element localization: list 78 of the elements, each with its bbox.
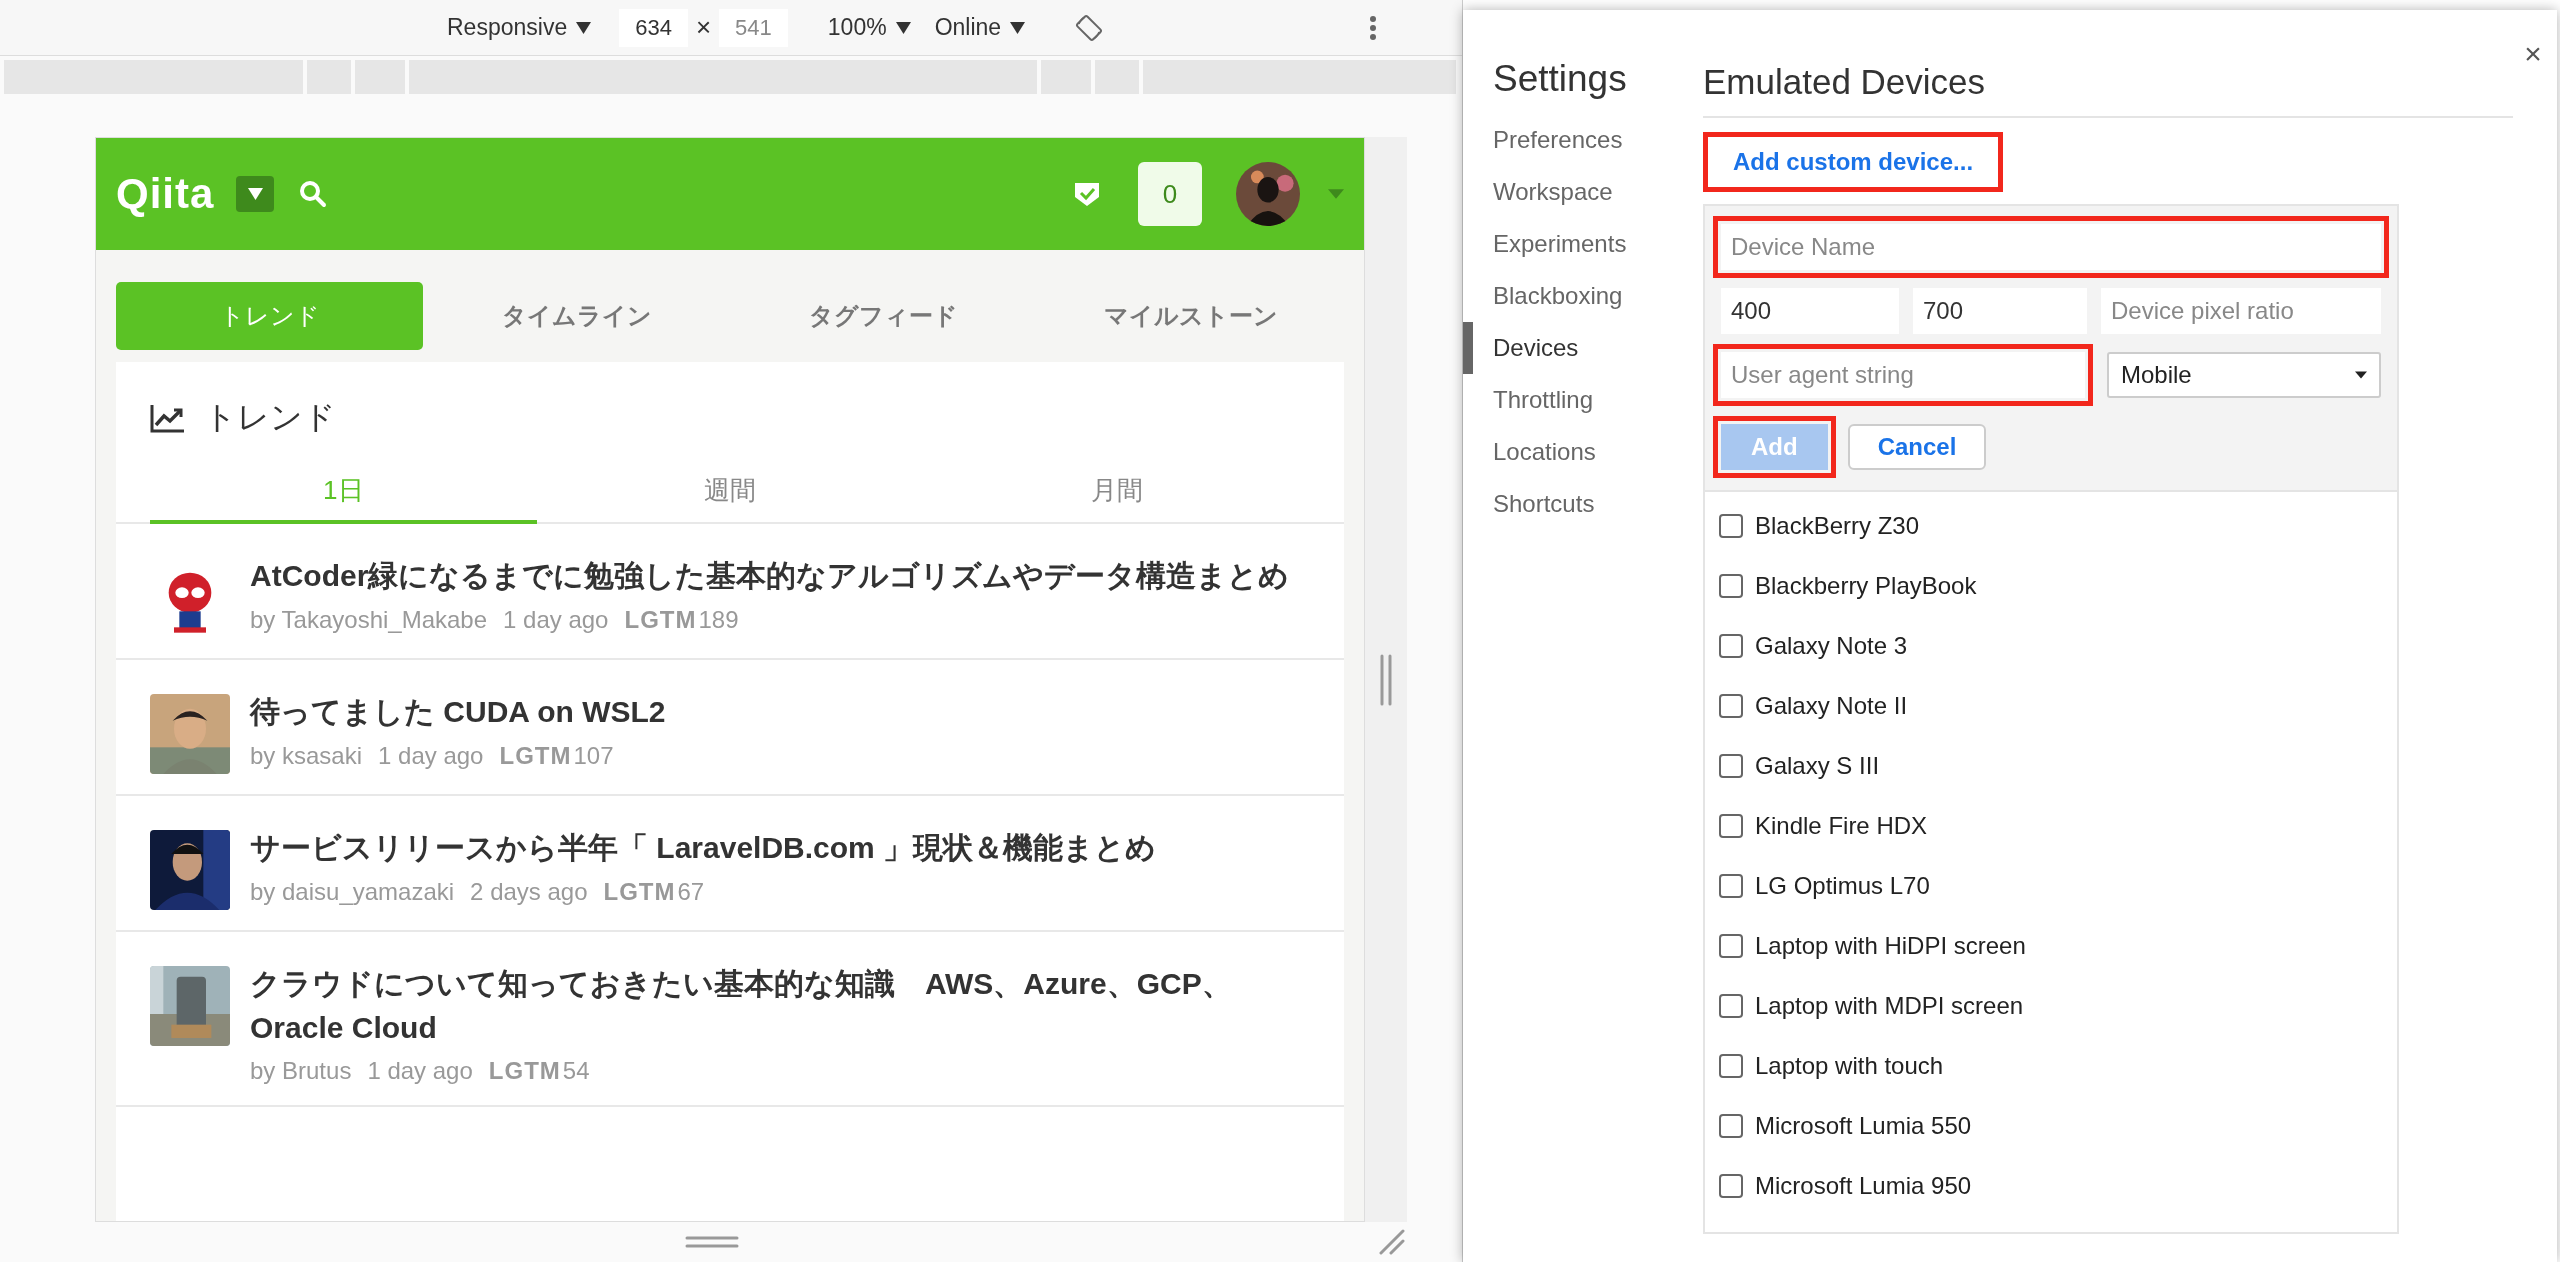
- settings-nav-item[interactable]: Workspace: [1463, 166, 1703, 218]
- height-field[interactable]: 700: [1913, 288, 2087, 334]
- caret-icon: [576, 21, 592, 34]
- rotate-icon[interactable]: [1075, 13, 1104, 42]
- like-count: LGTM 54: [488, 1057, 590, 1085]
- checkbox[interactable]: [1719, 994, 1743, 1018]
- period-tab[interactable]: 週間: [536, 460, 924, 524]
- caret-icon: [895, 21, 911, 34]
- like-count: LGTM 67: [603, 877, 705, 906]
- resize-handle-icon[interactable]: [1380, 653, 1392, 706]
- settings-nav-item[interactable]: Locations: [1463, 426, 1703, 478]
- checkbox[interactable]: [1719, 934, 1743, 958]
- device-name[interactable]: Laptop with MDPI screen: [1755, 992, 2024, 1020]
- nav-tab[interactable]: タグフィード: [730, 282, 1037, 350]
- device-name-field[interactable]: Device Name: [1721, 224, 2381, 270]
- pixel-ratio-field[interactable]: Device pixel ratio: [2101, 288, 2381, 334]
- settings-nav-item[interactable]: Experiments: [1463, 218, 1703, 270]
- width-field[interactable]: 400: [1721, 288, 1899, 334]
- device-name[interactable]: Galaxy Note II: [1755, 692, 1908, 720]
- article-title[interactable]: AtCoder緑になるまでに勉強した基本的なアルゴリズムやデータ構造まとめ: [250, 554, 1310, 598]
- times-sign: ×: [695, 12, 712, 44]
- device-name[interactable]: Galaxy S III: [1755, 752, 1880, 780]
- zoom-label[interactable]: 100%: [827, 14, 887, 42]
- close-button[interactable]: ×: [2513, 34, 2553, 74]
- article-title[interactable]: サービスリリースから半年「 LaravelDB.com 」現状＆機能まとめ: [250, 826, 1310, 870]
- device-name[interactable]: Microsoft Lumia 550: [1755, 1112, 1972, 1140]
- settings-nav-item[interactable]: Blackboxing: [1463, 270, 1703, 322]
- cancel-button[interactable]: Cancel: [1847, 424, 1987, 470]
- checkbox[interactable]: [1719, 754, 1743, 778]
- notification-count[interactable]: 0: [1138, 162, 1202, 226]
- caret-icon: [2355, 371, 2367, 379]
- article-age: 1 day ago: [367, 1057, 473, 1085]
- more-icon[interactable]: [1369, 14, 1378, 41]
- user-agent-field[interactable]: User agent string: [1721, 352, 2085, 398]
- article-title[interactable]: クラウドについて知っておきたい基本的な知識 AWS、Azure、GCP、Oracle Cloud: [250, 962, 1310, 1049]
- checkbox[interactable]: [1719, 574, 1743, 598]
- resize-handle-icon[interactable]: [685, 1236, 739, 1248]
- network-label[interactable]: Online: [934, 14, 1002, 42]
- checkbox[interactable]: [1719, 514, 1743, 538]
- caret-icon: [1010, 21, 1026, 34]
- height-field[interactable]: 541: [719, 8, 788, 47]
- nav-tab[interactable]: タイムライン: [423, 282, 730, 350]
- device-type-select[interactable]: Mobile: [2107, 352, 2381, 398]
- like-count: LGTM 189: [624, 605, 739, 634]
- width-field[interactable]: 634: [619, 8, 688, 47]
- checkbox[interactable]: [1719, 814, 1743, 838]
- checkbox[interactable]: [1719, 634, 1743, 658]
- trend-chart-icon: [150, 403, 186, 433]
- checkbox[interactable]: [1719, 1114, 1743, 1138]
- article-title[interactable]: 待ってました CUDA on WSL2: [250, 690, 1310, 734]
- device-name[interactable]: Kindle Fire HDX: [1755, 812, 1928, 840]
- device-name[interactable]: BlackBerry Z30: [1755, 512, 1920, 540]
- device-mode-label[interactable]: Responsive: [447, 14, 568, 42]
- settings-nav-item[interactable]: Throttling: [1463, 374, 1703, 426]
- checkbox[interactable]: [1719, 1054, 1743, 1078]
- device-name[interactable]: Galaxy Note 3: [1755, 632, 1908, 660]
- device-name[interactable]: LG Optimus L70: [1755, 872, 1930, 900]
- caret-icon: [247, 188, 263, 200]
- article-age: 2 days ago: [470, 877, 588, 906]
- settings-nav-item[interactable]: Shortcuts: [1463, 478, 1703, 530]
- like-count: LGTM 107: [499, 741, 614, 770]
- article-age: 1 day ago: [503, 605, 609, 634]
- section-title: トレンド: [204, 398, 336, 437]
- device-name[interactable]: Blackberry PlayBook: [1755, 572, 1977, 600]
- checkbox[interactable]: [1719, 694, 1743, 718]
- device-name[interactable]: Microsoft Lumia 950: [1755, 1172, 1972, 1200]
- nav-tab[interactable]: マイルストーン: [1037, 282, 1344, 350]
- settings-nav-item[interactable]: Preferences: [1463, 114, 1703, 166]
- period-tab[interactable]: 月間: [923, 460, 1310, 524]
- device-name[interactable]: Laptop with HiDPI screen: [1755, 932, 2026, 960]
- checkbox[interactable]: [1719, 1174, 1743, 1198]
- checkbox[interactable]: [1719, 874, 1743, 898]
- device-name[interactable]: Laptop with touch: [1755, 1052, 1944, 1080]
- corner-resize-icon[interactable]: [1379, 1229, 1405, 1255]
- article-age: 1 day ago: [378, 741, 484, 770]
- dropdown-button[interactable]: [236, 176, 275, 212]
- panel-heading: Emulated Devices: [1703, 62, 2513, 118]
- settings-title: Settings: [1492, 58, 1628, 100]
